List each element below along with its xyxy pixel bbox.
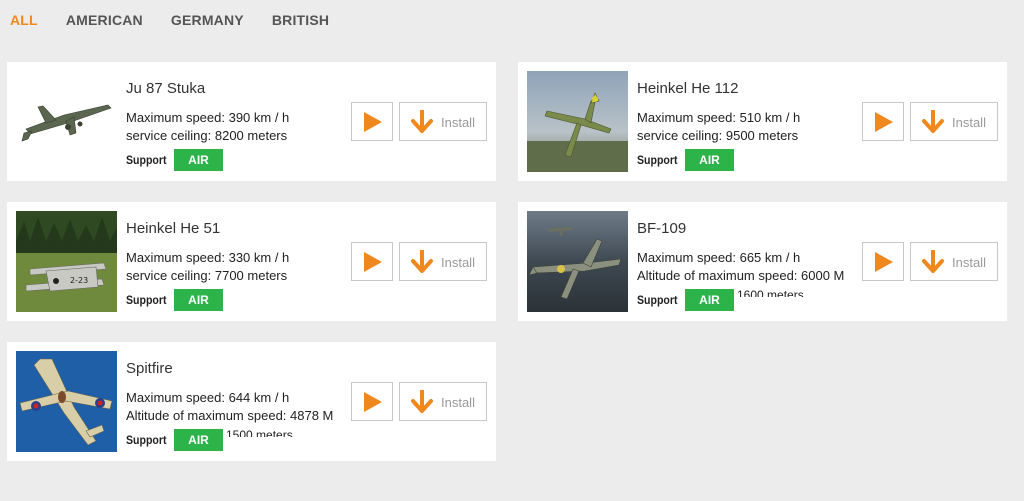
stat-line: Maximum speed: 644 km / h (126, 390, 290, 405)
overflow-stat-text: 1600 meters (737, 288, 804, 297)
play-button[interactable] (351, 102, 393, 141)
air-badge: AIR (685, 149, 734, 171)
support-label: Support (637, 153, 678, 167)
stat-line: service ceiling: 8200 meters (126, 128, 288, 143)
stat-line: Altitude of maximum speed: 4878 M (126, 408, 334, 423)
stat-line: service ceiling: 9500 meters (637, 128, 799, 143)
aircraft-stats: Maximum speed: 665 km / h Altitude of ma… (637, 249, 862, 287)
play-icon (875, 252, 893, 272)
spitfire-plane-image (16, 351, 117, 452)
aircraft-title: BF-109 (637, 220, 687, 237)
stat-line: Maximum speed: 330 km / h (126, 250, 290, 265)
aircraft-title: Ju 87 Stuka (126, 80, 206, 97)
tab-british[interactable]: BRITISH (272, 12, 329, 28)
play-icon (364, 112, 382, 132)
download-arrow-icon (411, 390, 433, 413)
air-badge: AIR (174, 429, 223, 451)
aircraft-stats: Maximum speed: 330 km / h service ceilin… (126, 249, 351, 287)
download-arrow-icon (411, 250, 433, 273)
download-arrow-icon (922, 110, 944, 133)
aircraft-title: Heinkel He 112 (637, 80, 739, 97)
play-button[interactable] (862, 102, 904, 141)
play-button[interactable] (351, 242, 393, 281)
aircraft-title: Heinkel He 51 (126, 220, 221, 237)
tab-american[interactable]: AMERICAN (66, 12, 143, 28)
play-icon (875, 112, 893, 132)
download-arrow-icon (922, 250, 944, 273)
bf109-plane-image (527, 211, 628, 312)
install-label: Install (952, 115, 986, 130)
aircraft-stats: Maximum speed: 644 km / h Altitude of ma… (126, 389, 351, 427)
support-label: Support (637, 293, 678, 307)
air-badge: AIR (685, 289, 734, 311)
aircraft-card-spitfire: Spitfire Maximum speed: 644 km / h Altit… (7, 342, 496, 461)
he112-plane-image (527, 71, 628, 172)
aircraft-card-he112: Heinkel He 112 Maximum speed: 510 km / h… (518, 62, 1007, 181)
stat-line: Altitude of maximum speed: 6000 M (637, 268, 845, 283)
install-button[interactable]: Install (399, 102, 487, 141)
stat-line: Maximum speed: 390 km / h (126, 110, 290, 125)
play-button[interactable] (351, 382, 393, 421)
support-label: Support (126, 433, 167, 447)
stuka-plane-image (16, 71, 117, 172)
svg-text:2-23: 2-23 (70, 276, 88, 285)
install-label: Install (441, 395, 475, 410)
aircraft-card-he51: 2-23 Heinkel He 51 Maximum speed: 330 km… (7, 202, 496, 321)
install-button[interactable]: Install (910, 242, 998, 281)
install-button[interactable]: Install (399, 242, 487, 281)
overflow-stat-text: 1500 meters (226, 428, 293, 437)
category-tabs: ALL AMERICAN GERMANY BRITISH (10, 12, 357, 28)
aircraft-stats: Maximum speed: 510 km / h service ceilin… (637, 109, 862, 147)
air-badge: AIR (174, 149, 223, 171)
play-icon (364, 252, 382, 272)
air-badge: AIR (174, 289, 223, 311)
support-label: Support (126, 293, 167, 307)
download-arrow-icon (411, 110, 433, 133)
support-label: Support (126, 153, 167, 167)
install-label: Install (952, 255, 986, 270)
install-button[interactable]: Install (910, 102, 998, 141)
play-button[interactable] (862, 242, 904, 281)
tab-all[interactable]: ALL (10, 12, 38, 28)
he51-plane-image: 2-23 (16, 211, 117, 312)
play-icon (364, 392, 382, 412)
install-label: Install (441, 255, 475, 270)
aircraft-card-stuka: Ju 87 Stuka Maximum speed: 390 km / h se… (7, 62, 496, 181)
stat-line: service ceiling: 7700 meters (126, 268, 288, 283)
aircraft-card-bf109: BF-109 Maximum speed: 665 km / h Altitud… (518, 202, 1007, 321)
aircraft-stats: Maximum speed: 390 km / h service ceilin… (126, 109, 351, 147)
install-label: Install (441, 115, 475, 130)
stat-line: Maximum speed: 665 km / h (637, 250, 801, 265)
tab-germany[interactable]: GERMANY (171, 12, 244, 28)
install-button[interactable]: Install (399, 382, 487, 421)
stat-line: Maximum speed: 510 km / h (637, 110, 801, 125)
aircraft-title: Spitfire (126, 360, 173, 377)
